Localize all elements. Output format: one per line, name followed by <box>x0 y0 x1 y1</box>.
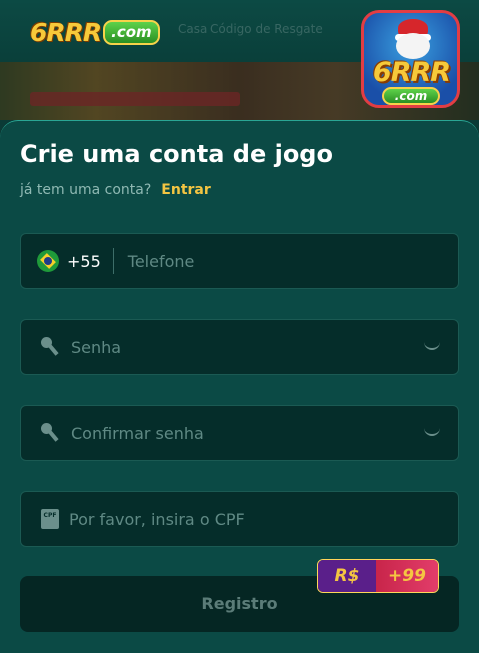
app-logo-brand: 6RRR <box>372 57 451 88</box>
phone-field[interactable]: +55 Telefone <box>20 233 459 289</box>
confirm-password-field[interactable]: Confirmar senha <box>20 405 459 461</box>
app-logo-domain: .com <box>382 87 440 105</box>
cpf-card-icon: CPF <box>41 509 59 529</box>
login-link[interactable]: Entrar <box>161 182 210 198</box>
cpf-field[interactable]: CPF Por favor, insira o CPF <box>20 491 459 547</box>
phone-input[interactable]: Telefone <box>128 252 195 271</box>
password-field[interactable]: Senha <box>20 319 459 375</box>
country-code[interactable]: +55 <box>67 252 101 271</box>
app-logo: 6RRR .com <box>361 10 460 108</box>
divider <box>112 248 114 274</box>
have-account-text: já tem uma conta? <box>20 182 152 198</box>
nav-item-home[interactable]: Casa <box>178 22 207 36</box>
form-title: Crie uma conta de jogo <box>20 140 333 168</box>
mascot-face-icon <box>396 33 430 59</box>
bonus-badge: R$ +99 <box>317 559 439 593</box>
password-input[interactable]: Senha <box>71 338 121 357</box>
brazil-flag-icon <box>37 250 59 272</box>
banner-stripe <box>30 92 240 106</box>
eye-closed-icon[interactable] <box>424 342 440 350</box>
key-icon <box>41 423 61 443</box>
bonus-amount: +99 <box>376 560 438 592</box>
form-subtitle: já tem uma conta? Entrar <box>20 182 211 198</box>
logo-domain-text: .com <box>103 19 160 45</box>
cpf-input[interactable]: Por favor, insira o CPF <box>69 510 245 529</box>
key-icon <box>41 337 61 357</box>
site-logo[interactable]: 6RRR .com <box>30 16 160 48</box>
bonus-currency: R$ <box>318 560 376 592</box>
logo-brand-text: 6RRR <box>30 17 102 47</box>
confirm-password-input[interactable]: Confirmar senha <box>71 424 204 443</box>
nav-item-redeem-code[interactable]: Código de Resgate <box>210 22 323 36</box>
eye-closed-icon[interactable] <box>424 428 440 436</box>
